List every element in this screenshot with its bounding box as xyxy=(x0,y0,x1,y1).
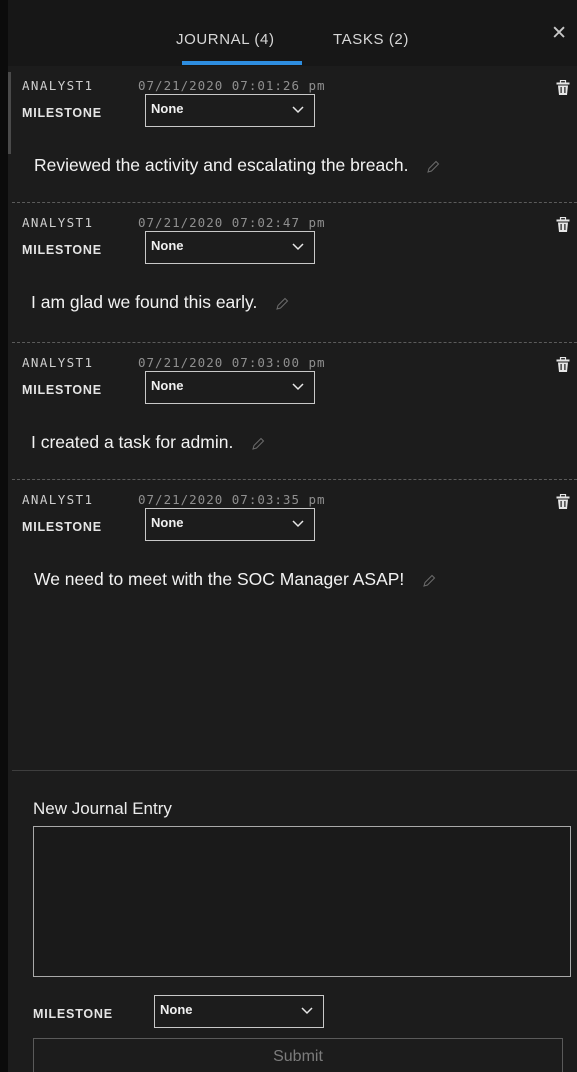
tab-journal[interactable]: JOURNAL (4) xyxy=(176,31,275,48)
entry-text-content: I created a task for admin. xyxy=(31,432,234,452)
journal-entry-list: ANALYST1 07/21/2020 07:01:26 pm MILESTON… xyxy=(12,66,577,680)
panel-left-edge xyxy=(0,0,8,1072)
milestone-label: MILESTONE xyxy=(22,106,102,120)
new-entry-textarea[interactable] xyxy=(33,826,571,977)
pencil-icon[interactable] xyxy=(276,297,289,310)
pencil-icon[interactable] xyxy=(427,160,440,173)
chevron-down-icon xyxy=(292,520,304,528)
new-entry-milestone-select[interactable]: None xyxy=(154,995,324,1028)
milestone-select-value: None xyxy=(151,378,184,393)
panel-header: JOURNAL (4) TASKS (2) ✕ xyxy=(8,0,577,66)
entry-text-content: We need to meet with the SOC Manager ASA… xyxy=(34,569,405,589)
trash-icon[interactable] xyxy=(556,494,570,510)
entry-text-content: Reviewed the activity and escalating the… xyxy=(34,155,409,175)
entry-text: I am glad we found this early. xyxy=(31,292,289,313)
milestone-select-value: None xyxy=(151,101,184,116)
chevron-down-icon xyxy=(301,1007,313,1015)
submit-button[interactable]: Submit xyxy=(33,1038,563,1072)
milestone-select[interactable]: None xyxy=(145,508,315,541)
close-icon[interactable]: ✕ xyxy=(551,22,567,45)
entry-author: ANALYST1 xyxy=(22,215,94,230)
tab-tasks[interactable]: TASKS (2) xyxy=(333,31,409,48)
milestone-label: MILESTONE xyxy=(22,520,102,534)
journal-entry: ANALYST1 07/21/2020 07:03:00 pm MILESTON… xyxy=(12,343,577,480)
chevron-down-icon xyxy=(292,383,304,391)
trash-icon[interactable] xyxy=(556,80,570,96)
pencil-icon[interactable] xyxy=(423,574,436,587)
milestone-select-value: None xyxy=(151,238,184,253)
entry-author: ANALYST1 xyxy=(22,78,94,93)
chevron-down-icon xyxy=(292,243,304,251)
chevron-down-icon xyxy=(292,106,304,114)
entry-timestamp: 07/21/2020 07:01:26 pm xyxy=(138,78,326,93)
new-entry-milestone-label: MILESTONE xyxy=(33,1007,113,1021)
entry-text: Reviewed the activity and escalating the… xyxy=(34,155,440,176)
entry-text: We need to meet with the SOC Manager ASA… xyxy=(34,569,436,590)
new-journal-entry-form: New Journal Entry MILESTONE None Submit xyxy=(12,770,577,1072)
milestone-select-value: None xyxy=(151,515,184,530)
milestone-label: MILESTONE xyxy=(22,243,102,257)
journal-entry: ANALYST1 07/21/2020 07:02:47 pm MILESTON… xyxy=(12,203,577,343)
milestone-select-value: None xyxy=(160,1002,193,1017)
entry-text-content: I am glad we found this early. xyxy=(31,292,258,312)
entry-author: ANALYST1 xyxy=(22,355,94,370)
journal-entry: ANALYST1 07/21/2020 07:01:26 pm MILESTON… xyxy=(12,66,577,203)
trash-icon[interactable] xyxy=(556,217,570,233)
journal-panel: JOURNAL (4) TASKS (2) ✕ ANALYST1 07/21/2… xyxy=(0,0,577,1072)
new-entry-title: New Journal Entry xyxy=(33,799,172,818)
milestone-select[interactable]: None xyxy=(145,94,315,127)
milestone-select[interactable]: None xyxy=(145,371,315,404)
milestone-label: MILESTONE xyxy=(22,383,102,397)
entry-timestamp: 07/21/2020 07:02:47 pm xyxy=(138,215,326,230)
entry-text: I created a task for admin. xyxy=(31,432,265,453)
entry-author: ANALYST1 xyxy=(22,492,94,507)
entry-timestamp: 07/21/2020 07:03:00 pm xyxy=(138,355,326,370)
trash-icon[interactable] xyxy=(556,357,570,373)
journal-entry: ANALYST1 07/21/2020 07:03:35 pm MILESTON… xyxy=(12,480,577,680)
active-tab-indicator xyxy=(182,61,302,65)
entry-timestamp: 07/21/2020 07:03:35 pm xyxy=(138,492,326,507)
pencil-icon[interactable] xyxy=(252,437,265,450)
scrollbar-thumb[interactable] xyxy=(8,72,11,154)
milestone-select[interactable]: None xyxy=(145,231,315,264)
